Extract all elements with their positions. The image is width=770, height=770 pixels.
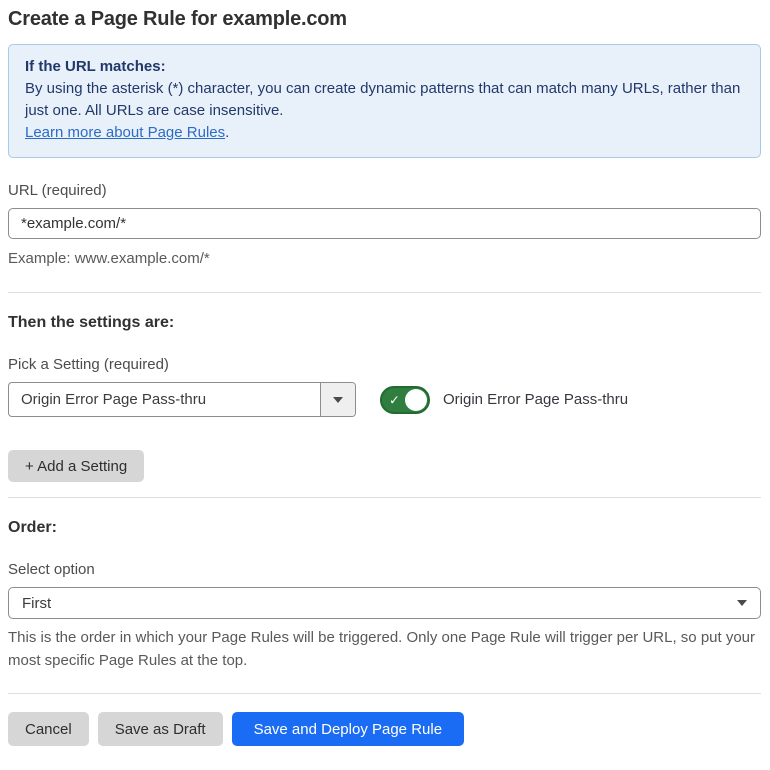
order-section-heading: Order: (8, 519, 57, 536)
setting-row: Origin Error Page Pass-thru ✓ Origin Err… (8, 382, 761, 417)
divider (8, 497, 761, 498)
info-box-link-line: Learn more about Page Rules. (25, 122, 744, 144)
page-rule-form: Create a Page Rule for example.com If th… (0, 0, 770, 770)
cancel-button[interactable]: Cancel (8, 712, 89, 746)
order-helper-text: This is the order in which your Page Rul… (8, 629, 756, 669)
url-match-info-box: If the URL matches: By using the asteris… (8, 44, 761, 158)
setting-select[interactable]: Origin Error Page Pass-thru (8, 382, 356, 417)
learn-more-link[interactable]: Learn more about Page Rules (25, 124, 225, 141)
order-select[interactable]: First (8, 587, 761, 619)
setting-select-arrow-button[interactable] (320, 383, 355, 416)
chevron-down-icon (333, 396, 343, 403)
order-select-value: First (22, 594, 52, 612)
toggle-label: Origin Error Page Pass-thru (443, 391, 629, 408)
url-input[interactable] (8, 208, 761, 239)
chevron-down-icon (737, 600, 747, 606)
url-example-text: Example: www.example.com/* (8, 250, 210, 267)
save-as-draft-button[interactable]: Save as Draft (97, 712, 223, 746)
origin-error-page-toggle[interactable]: ✓ (380, 385, 430, 414)
url-label: URL (required) (8, 182, 107, 199)
save-and-deploy-button[interactable]: Save and Deploy Page Rule (231, 712, 465, 746)
toggle-knob (405, 388, 427, 411)
footer-actions: Cancel Save as Draft Save and Deploy Pag… (8, 712, 761, 746)
divider (8, 292, 761, 293)
page-title: Create a Page Rule for example.com (8, 8, 347, 30)
setting-select-value: Origin Error Page Pass-thru (21, 391, 207, 408)
check-icon: ✓ (389, 392, 400, 407)
order-select-label: Select option (8, 561, 95, 578)
link-suffix-text: . (225, 124, 230, 141)
info-box-heading: If the URL matches: (25, 58, 166, 75)
divider (8, 693, 761, 694)
settings-section-heading: Then the settings are: (8, 314, 175, 331)
add-setting-button[interactable]: + Add a Setting (8, 450, 145, 482)
setting-picker-label: Pick a Setting (required) (8, 356, 169, 373)
info-box-body: By using the asterisk (*) character, you… (25, 80, 741, 119)
